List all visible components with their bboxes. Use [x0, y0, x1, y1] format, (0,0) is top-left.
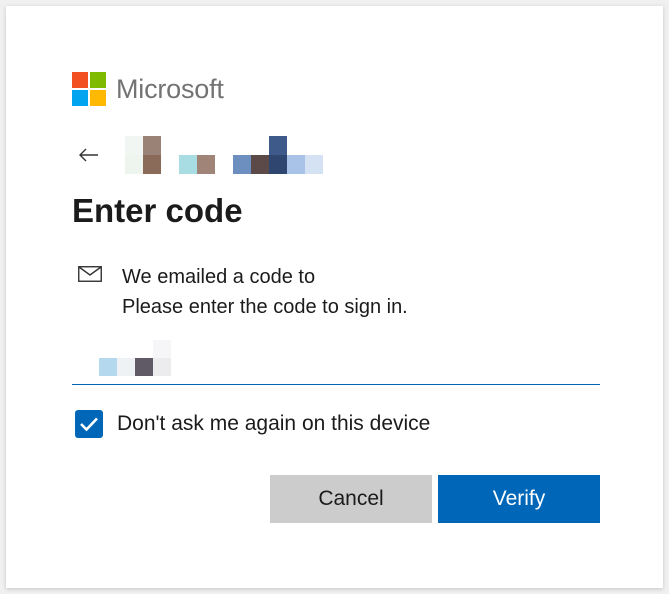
- arrow-left-icon[interactable]: [78, 144, 100, 166]
- email-notice-text: We emailed a code to Please enter the co…: [122, 262, 408, 322]
- dont-ask-label: Don't ask me again on this device: [117, 412, 431, 435]
- identity-row: [78, 136, 342, 174]
- cancel-button[interactable]: Cancel: [270, 475, 432, 523]
- redacted-email: [122, 136, 342, 174]
- check-icon: [80, 417, 98, 432]
- page-title: Enter code: [72, 192, 243, 229]
- emailed-text: We emailed a code to: [122, 266, 316, 288]
- dont-ask-again-option[interactable]: Don't ask me again on this device: [75, 410, 430, 438]
- verify-button[interactable]: Verify: [438, 475, 600, 523]
- dont-ask-checkbox[interactable]: [75, 410, 103, 438]
- microsoft-wordmark: Microsoft: [116, 73, 224, 104]
- microsoft-logo-icon: [72, 72, 106, 106]
- email-notice: We emailed a code to Please enter the co…: [78, 262, 408, 322]
- sign-in-dialog: Microsoft Enter code We emailed a code t…: [6, 6, 663, 588]
- envelope-icon: [78, 266, 102, 284]
- redacted-code: [99, 340, 179, 380]
- microsoft-logo: Microsoft: [72, 72, 224, 106]
- instruction-text: Please enter the code to sign in.: [122, 296, 408, 318]
